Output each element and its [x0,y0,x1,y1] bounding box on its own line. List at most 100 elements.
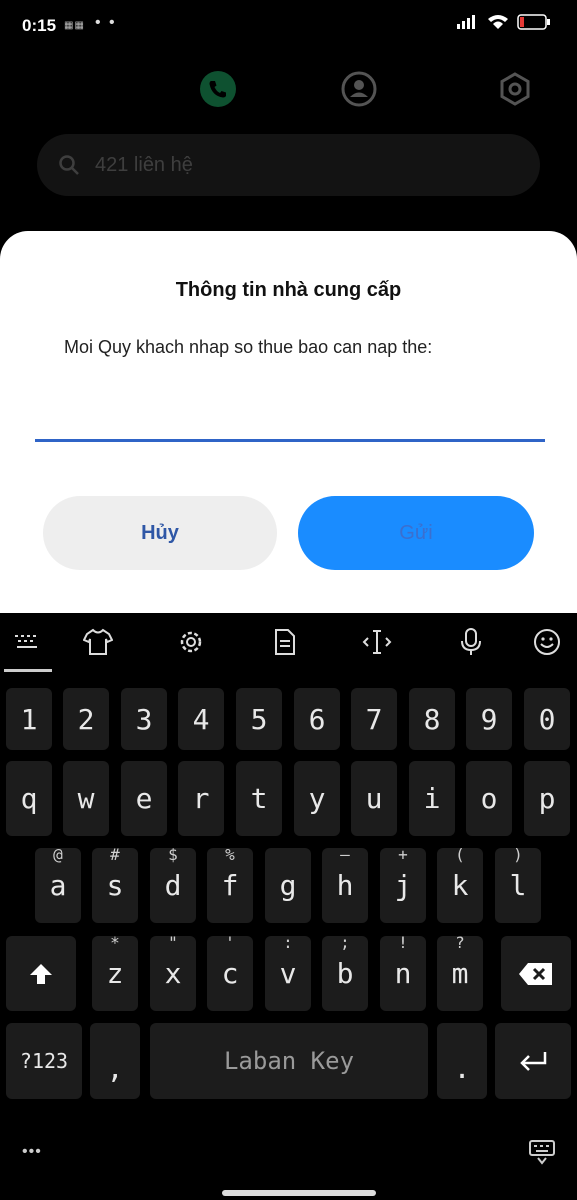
theme-button[interactable] [83,627,113,657]
key-b[interactable]: ; b [322,933,368,1011]
keyboard-icon [15,635,37,648]
tshirt-icon [83,628,113,655]
key-h[interactable]: – h [322,845,368,923]
tab-settings[interactable] [496,70,534,108]
key-r[interactable]: r [178,761,224,836]
key-label: a [49,869,67,902]
key-hint: $ [168,845,178,864]
key-s[interactable]: # s [92,845,138,923]
key-hint: # [110,845,120,864]
contacts-icon [341,71,377,107]
key-p[interactable]: p [524,761,570,836]
key-z[interactable]: * z [92,933,138,1011]
backspace-icon [519,962,552,985]
emoji-button[interactable] [532,627,562,657]
key-i[interactable]: i [409,761,455,836]
key-q[interactable]: q [6,761,52,836]
period-key[interactable]: . [437,1023,487,1099]
key-a[interactable]: @ a [35,845,81,923]
enter-key[interactable] [495,1023,571,1099]
key-hint: ' [225,933,235,952]
key-label: b [336,957,354,990]
settings-button[interactable] [176,627,206,657]
dialog-message: Moi Quy khach nhap so thue bao can nap t… [64,337,433,357]
tab-contacts[interactable] [340,70,378,108]
symbols-key[interactable]: ?123 [6,1023,82,1099]
key-y[interactable]: y [294,761,340,836]
dialog-title: Thông tin nhà cung cấp [175,279,402,301]
keyboard-switch-icon[interactable] [528,1139,556,1165]
key-e[interactable]: e [121,761,167,836]
shift-icon [30,963,52,984]
key-hint: " [168,933,178,952]
signal-icon [457,15,475,29]
key-2[interactable]: 2 [63,688,109,750]
key-label: d [164,869,182,902]
key-label: x [164,957,182,990]
key-label: v [279,957,297,990]
key-f[interactable]: % f [207,845,253,923]
key-label: h [336,869,354,902]
more-options-button[interactable]: ••• [22,1143,42,1161]
settings-icon [500,72,530,106]
key-label: k [451,869,469,902]
home-indicator[interactable] [222,1190,376,1196]
key-d[interactable]: $ d [150,845,196,923]
tab-phone[interactable] [199,70,237,108]
search-icon [59,155,79,175]
key-c[interactable]: ' c [207,933,253,1011]
comma-key[interactable]: , [90,1023,140,1099]
key-g[interactable]: g [265,848,311,923]
key-1[interactable]: 1 [6,688,52,750]
notification-icons: ▦▦ [64,20,85,31]
key-4[interactable]: 4 [178,688,224,750]
contacts-search-bar[interactable]: 421 liên hệ [37,134,540,196]
key-hint: ; [340,933,350,952]
key-k[interactable]: (k [437,845,483,923]
key-9[interactable]: 9 [466,688,512,750]
search-placeholder: 421 liên hệ [95,153,193,176]
key-o[interactable]: o [466,761,512,836]
gear-icon [180,631,202,653]
key-6[interactable]: 6 [294,688,340,750]
status-bar: 0:15 ▦▦ • • [0,0,577,52]
space-key[interactable]: Laban Key [150,1023,428,1099]
subscriber-number-input[interactable] [35,381,545,442]
keyboard-toolbar [0,613,577,675]
key-hint: * [110,933,120,952]
key-5[interactable]: 5 [236,688,282,750]
key-l[interactable]: ) l [495,845,541,923]
key-w[interactable]: w [63,761,109,836]
cursor-icon [362,630,392,654]
more-notifications-icon: • • [95,14,117,31]
key-hint: + [398,845,408,864]
clipboard-button[interactable] [270,627,300,657]
cursor-control-button[interactable] [362,627,392,657]
key-t[interactable]: t [236,761,282,836]
enter-icon [520,1052,547,1071]
key-hint: ? [455,933,465,952]
key-v[interactable]: :v [265,933,311,1011]
key-8[interactable]: 8 [409,688,455,750]
keyboard: 1 2 3 4 5 6 7 8 9 0 q w e r t y u i o p … [0,613,577,1200]
voice-input-button[interactable] [456,627,486,657]
key-0[interactable]: 0 [524,688,570,750]
key-hint: @ [53,845,63,864]
backspace-key[interactable] [501,936,571,1011]
keyboard-hide-button[interactable] [12,627,42,657]
key-m[interactable]: ? m [437,933,483,1011]
key-hint: ) [513,845,523,864]
cancel-button[interactable]: Hủy [43,496,277,570]
key-x[interactable]: " x [150,933,196,1011]
key-label: s [106,869,124,902]
key-label: f [221,869,239,902]
key-j[interactable]: + j [380,845,426,923]
key-u[interactable]: u [351,761,397,836]
provider-info-dialog: Thông tin nhà cung cấp Moi Quy khach nha… [0,231,577,613]
send-button[interactable]: Gửi [298,496,534,570]
key-n[interactable]: ! n [380,933,426,1011]
key-7[interactable]: 7 [351,688,397,750]
key-3[interactable]: 3 [121,688,167,750]
shift-key[interactable] [6,936,76,1011]
key-label: j [394,869,412,902]
